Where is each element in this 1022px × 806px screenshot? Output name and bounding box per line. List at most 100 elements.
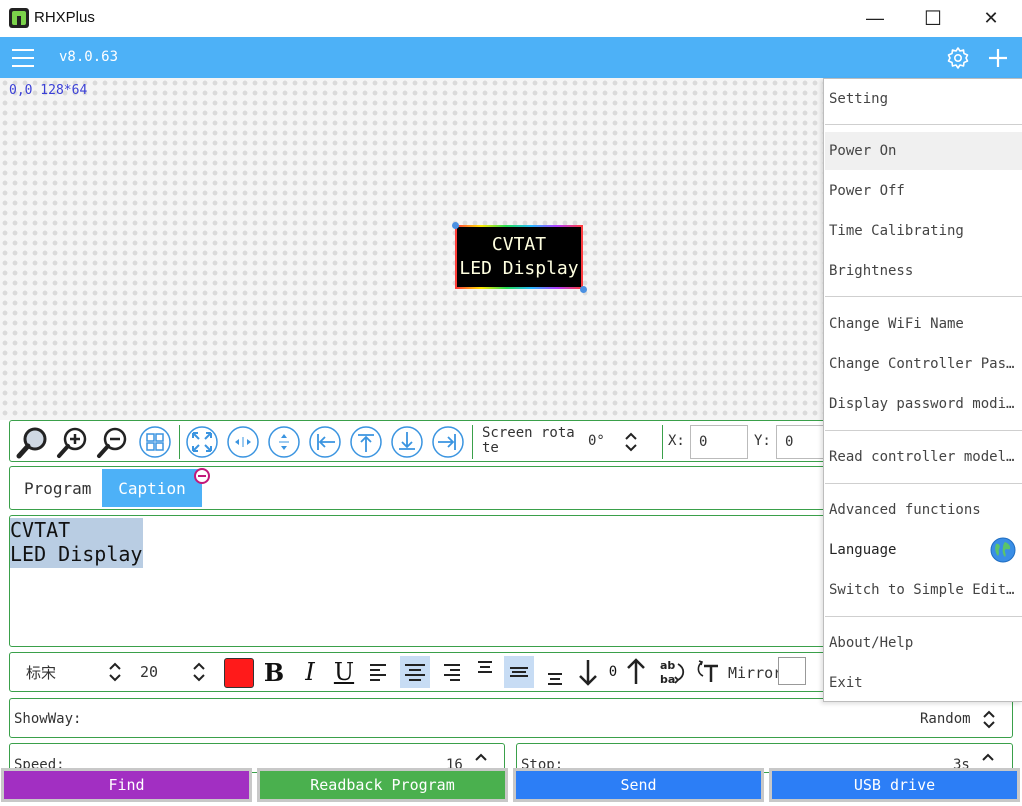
spinner-icon[interactable] bbox=[622, 431, 640, 453]
resize-handle-top-left[interactable] bbox=[452, 222, 459, 229]
menu-item-read-controller-model[interactable]: Read controller model… bbox=[825, 438, 1022, 476]
rotation-value: 0 bbox=[608, 664, 618, 680]
mirror-label: Mirror bbox=[728, 664, 783, 682]
led-preview-area[interactable]: CVTAT LED Display bbox=[455, 225, 583, 289]
preview-line-1: CVTAT bbox=[491, 234, 547, 255]
app-title: RHXPlus bbox=[34, 9, 95, 26]
font-family-spinner-icon[interactable] bbox=[106, 656, 124, 688]
svg-text:ba: ba bbox=[660, 673, 675, 686]
readback-program-button[interactable]: Readback Program bbox=[257, 768, 508, 802]
program-tabs: Program Caption bbox=[9, 466, 829, 510]
maximize-icon: ☐ bbox=[924, 8, 942, 30]
toolbar-divider bbox=[179, 425, 180, 459]
menu-divider bbox=[825, 296, 1022, 297]
text-rotate-icon[interactable] bbox=[694, 656, 722, 688]
font-family-select[interactable]: 标宋 bbox=[26, 656, 56, 688]
align-bottom-icon[interactable] bbox=[390, 425, 424, 459]
grid-layout-icon[interactable] bbox=[138, 425, 172, 459]
y-input[interactable]: 0 bbox=[776, 425, 828, 459]
tab-program[interactable]: Program bbox=[24, 479, 91, 498]
menu-item-setting[interactable]: Setting bbox=[825, 80, 1022, 118]
menu-item-power-off[interactable]: Power Off bbox=[825, 172, 1022, 210]
align-text-left-icon[interactable] bbox=[366, 656, 392, 688]
menu-item-exit[interactable]: Exit bbox=[825, 664, 1022, 702]
menu-divider bbox=[825, 124, 1022, 125]
italic-icon[interactable]: I bbox=[298, 656, 322, 688]
menu-item-brightness[interactable]: Brightness bbox=[825, 252, 1022, 290]
showway-spinner-icon[interactable] bbox=[980, 707, 998, 731]
maximize-button[interactable]: ☐ bbox=[904, 0, 962, 37]
search-icon[interactable] bbox=[16, 425, 50, 459]
x-input[interactable]: 0 bbox=[690, 425, 748, 459]
align-left-icon[interactable] bbox=[308, 425, 342, 459]
valign-middle-icon[interactable] bbox=[504, 656, 534, 688]
arrow-down-icon[interactable] bbox=[576, 656, 600, 688]
caption-text-editor[interactable]: CVTAT LED Display bbox=[9, 515, 829, 647]
menu-item-change-wifi-name[interactable]: Change WiFi Name bbox=[825, 305, 1022, 343]
showway-select[interactable]: Random bbox=[920, 711, 971, 727]
menu-item-power-on[interactable]: Power On bbox=[825, 132, 1022, 170]
y-label: Y: bbox=[754, 433, 771, 449]
resize-handle-bottom-right[interactable] bbox=[580, 286, 587, 293]
svg-text:ab: ab bbox=[660, 659, 675, 672]
minimize-button[interactable]: — bbox=[846, 0, 904, 37]
toolbar-divider bbox=[662, 425, 663, 459]
editor-selected-text[interactable]: CVTAT LED Display bbox=[10, 518, 144, 568]
menu-divider bbox=[825, 430, 1022, 431]
plus-icon[interactable] bbox=[986, 46, 1010, 70]
x-label: X: bbox=[668, 433, 685, 449]
tab-caption[interactable]: Caption bbox=[102, 469, 202, 507]
swap-text-icon[interactable]: ab ba bbox=[658, 656, 686, 688]
preview-line-2: LED Display bbox=[459, 258, 579, 279]
send-button[interactable]: Send bbox=[513, 768, 764, 802]
menu-item-switch-simple-editor[interactable]: Switch to Simple Edit… bbox=[825, 571, 1022, 609]
icon-toolbar: Screen rota te 0° X: 0 Y: 0 bbox=[9, 420, 829, 462]
toolbar-divider bbox=[472, 425, 473, 459]
showway-row: ShowWay: Random bbox=[9, 698, 1013, 738]
close-button[interactable]: ✕ bbox=[962, 0, 1020, 37]
text-color-swatch[interactable] bbox=[224, 658, 254, 688]
zoom-out-icon[interactable] bbox=[96, 425, 130, 459]
format-toolbar: 标宋 20 B I U 0 ab ba Mirror bbox=[9, 652, 829, 692]
align-right-icon[interactable] bbox=[431, 425, 465, 459]
menu-item-advanced-functions[interactable]: Advanced functions bbox=[825, 491, 1022, 529]
menu-item-change-controller-password[interactable]: Change Controller Pas… bbox=[825, 345, 1022, 383]
stretch-vertical-icon[interactable] bbox=[267, 425, 301, 459]
arrow-up-icon[interactable] bbox=[624, 656, 648, 688]
hamburger-menu-icon[interactable] bbox=[12, 49, 34, 67]
version-label: v8.0.63 bbox=[59, 49, 119, 65]
header-toolbar: v8.0.63 bbox=[0, 37, 1022, 78]
showway-label: ShowWay: bbox=[14, 711, 82, 727]
screen-rotate-value[interactable]: 0° bbox=[588, 433, 605, 449]
screen-rotate-label: Screen rota te bbox=[482, 425, 575, 456]
close-icon: ✕ bbox=[983, 8, 999, 28]
canvas-coordinates: 0,0 128*64 bbox=[9, 83, 88, 98]
bold-icon[interactable]: B bbox=[262, 656, 286, 688]
find-button[interactable]: Find bbox=[1, 768, 252, 802]
menu-item-display-password[interactable]: Display password modi… bbox=[825, 385, 1022, 423]
title-bar: RHXPlus — ☐ ✕ bbox=[0, 0, 1022, 37]
font-size-select[interactable]: 20 bbox=[140, 656, 158, 688]
remove-icon[interactable] bbox=[194, 468, 210, 484]
stretch-horizontal-icon[interactable] bbox=[226, 425, 260, 459]
globe-icon bbox=[990, 537, 1016, 563]
menu-item-about-help[interactable]: About/Help bbox=[825, 624, 1022, 662]
menu-item-time-calibrating[interactable]: Time Calibrating bbox=[825, 212, 1022, 250]
mirror-checkbox[interactable] bbox=[778, 657, 806, 685]
minimize-icon: — bbox=[866, 8, 884, 28]
settings-dropdown-menu: Setting Power On Power Off Time Calibrat… bbox=[823, 78, 1022, 702]
zoom-in-icon[interactable] bbox=[56, 425, 90, 459]
valign-top-icon[interactable] bbox=[472, 656, 498, 688]
usb-drive-button[interactable]: USB drive bbox=[769, 768, 1020, 802]
valign-bottom-icon[interactable] bbox=[542, 656, 568, 688]
gear-icon[interactable] bbox=[946, 46, 970, 70]
menu-divider bbox=[825, 483, 1022, 484]
align-text-right-icon[interactable] bbox=[438, 656, 464, 688]
menu-divider bbox=[825, 616, 1022, 617]
underline-icon[interactable]: U bbox=[332, 656, 356, 688]
font-size-spinner-icon[interactable] bbox=[190, 656, 208, 688]
fit-screen-icon[interactable] bbox=[185, 425, 219, 459]
align-text-center-icon[interactable] bbox=[400, 656, 430, 688]
align-top-icon[interactable] bbox=[349, 425, 383, 459]
app-logo-icon bbox=[9, 8, 29, 28]
